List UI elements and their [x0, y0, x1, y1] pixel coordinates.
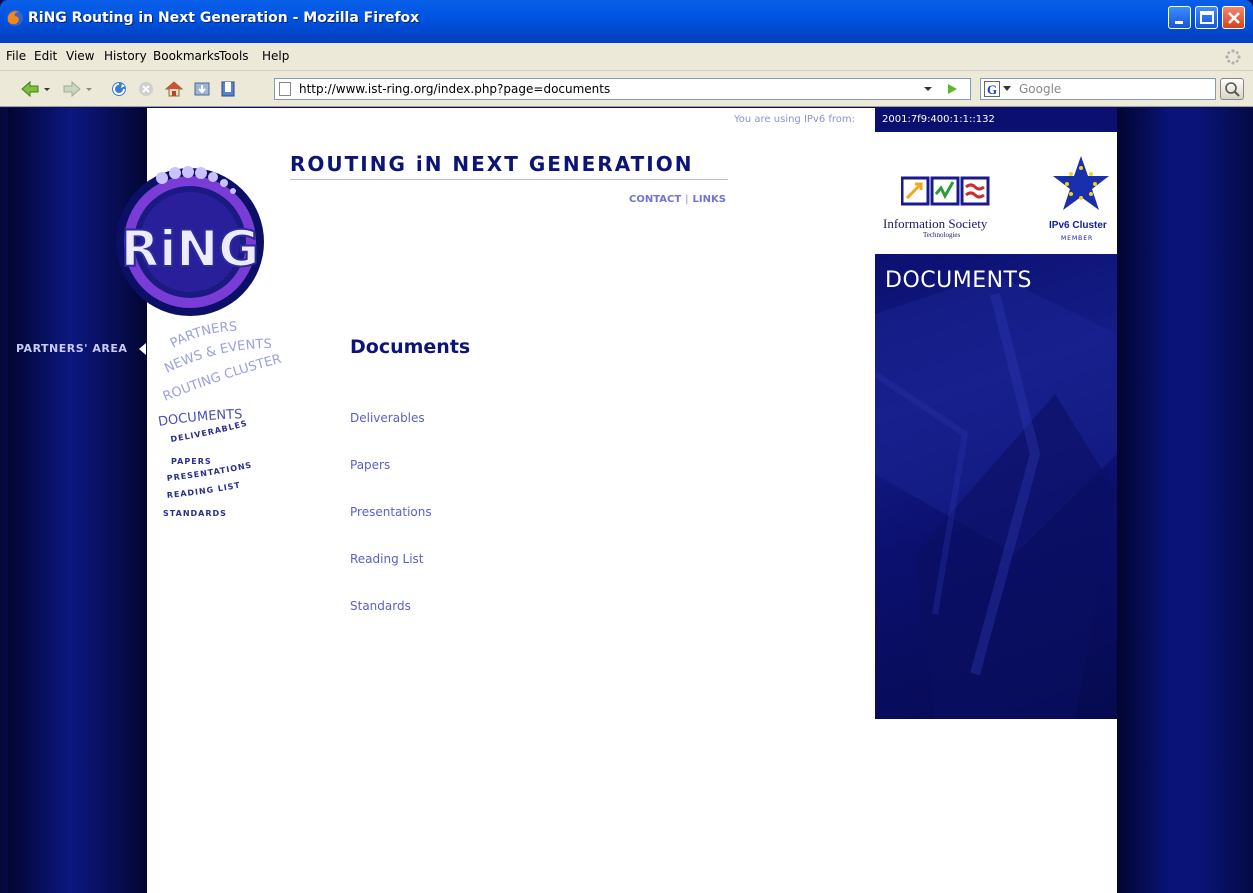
menu-help[interactable]: Help	[262, 49, 289, 63]
link-separator: |	[685, 194, 689, 205]
bookmark-icon[interactable]	[218, 80, 238, 98]
url-dropdown-icon[interactable]	[923, 84, 933, 94]
stop-button[interactable]	[136, 80, 156, 98]
search-button[interactable]	[1220, 78, 1244, 100]
menu-tools[interactable]: Tools	[219, 49, 249, 63]
maximize-button[interactable]	[1195, 6, 1218, 29]
right-backdrop	[1117, 108, 1253, 893]
ipv6-label: You are using IPv6 from:	[734, 114, 856, 125]
firefox-icon	[7, 10, 23, 26]
menu-file[interactable]: File	[6, 49, 26, 63]
nav-standards[interactable]: STANDARDS	[163, 509, 227, 518]
doc-link-reading-list[interactable]: Reading List	[350, 552, 424, 566]
minimize-icon	[1175, 21, 1183, 24]
back-dropdown-icon[interactable]	[42, 80, 52, 98]
menu-bar: File Edit View History Bookmarks Tools H…	[0, 43, 1253, 71]
partners-arrow-icon	[139, 343, 146, 355]
section-banner: DOCUMENTS	[875, 254, 1117, 719]
partner-logos: Information Society Technologies IPv6 Cl…	[875, 132, 1117, 254]
search-input[interactable]	[1019, 81, 1209, 97]
url-input[interactable]	[299, 81, 919, 97]
section-label: DOCUMENTS	[885, 268, 1032, 293]
navigation-toolbar: G	[0, 71, 1253, 107]
back-button[interactable]	[20, 80, 40, 98]
address-bar[interactable]	[274, 78, 971, 100]
throbber-icon	[1225, 49, 1241, 65]
links-link[interactable]: LINKS	[693, 194, 726, 205]
nav-reading-list[interactable]: READING LIST	[166, 480, 241, 500]
page-heading: Documents	[350, 336, 471, 358]
window-title: RiNG Routing in Next Generation - Mozill…	[28, 10, 420, 26]
content-area: You are using IPv6 from: 2001:7f9:400:1:…	[116, 108, 1117, 893]
forward-button[interactable]	[62, 80, 82, 98]
forward-dropdown-icon[interactable]	[84, 80, 94, 98]
partners-area-link[interactable]: PARTNERS' AREA	[16, 342, 127, 355]
ipv6-address-box: 2001:7f9:400:1:1::132	[875, 108, 1117, 132]
download-icon[interactable]	[192, 80, 212, 98]
menu-history[interactable]: History	[104, 49, 147, 63]
google-engine-icon[interactable]: G	[984, 81, 1000, 97]
site-title: ROUTING iN NEXT GENERATION	[290, 152, 694, 176]
ipv6-cluster-sublabel: MEMBER	[1061, 235, 1094, 242]
ipv6-cluster-label: IPv6 Cluster	[1049, 220, 1107, 231]
ist-sublabel: Technologies	[923, 231, 961, 239]
curved-navigation: PARTNERS NEWS & EVENTS ROUTING CLUSTER D…	[157, 320, 283, 518]
ipv6-cluster-star-icon[interactable]	[1051, 152, 1111, 218]
close-icon	[1228, 12, 1240, 24]
doc-link-presentations[interactable]: Presentations	[350, 505, 432, 519]
close-button[interactable]	[1222, 6, 1245, 29]
reload-button[interactable]	[109, 80, 129, 98]
menu-edit[interactable]: Edit	[34, 49, 57, 63]
doc-link-standards[interactable]: Standards	[350, 599, 411, 613]
ring-logo[interactable]: RiNG	[90, 142, 290, 342]
logo-text: RiNG	[121, 220, 260, 278]
go-icon[interactable]	[945, 82, 959, 96]
doc-link-papers[interactable]: Papers	[350, 458, 390, 472]
minimize-button[interactable]	[1168, 6, 1191, 29]
nav-papers[interactable]: PAPERS	[171, 457, 212, 466]
home-button[interactable]	[164, 80, 184, 98]
ist-label: Information Society	[883, 216, 988, 231]
page-icon	[279, 82, 291, 96]
title-rule	[290, 179, 728, 180]
contact-link[interactable]: CONTACT	[629, 194, 681, 205]
ist-logo-icon[interactable]	[901, 174, 991, 214]
page-viewport: PARTNERS' AREA You are using IPv6 from: …	[0, 108, 1253, 893]
menu-bookmarks[interactable]: Bookmarks	[153, 49, 220, 63]
top-links: CONTACT | LINKS	[629, 194, 726, 205]
doc-link-deliverables[interactable]: Deliverables	[350, 411, 425, 425]
ipv6-address: 2001:7f9:400:1:1::132	[882, 114, 995, 125]
menu-view[interactable]: View	[66, 49, 94, 63]
search-box[interactable]: G	[980, 78, 1216, 100]
maximize-icon	[1200, 11, 1214, 24]
search-icon	[1225, 82, 1240, 97]
banner-texture	[875, 274, 1117, 719]
window-titlebar: RiNG Routing in Next Generation - Mozill…	[0, 0, 1253, 43]
engine-dropdown-icon[interactable]	[1003, 86, 1011, 92]
